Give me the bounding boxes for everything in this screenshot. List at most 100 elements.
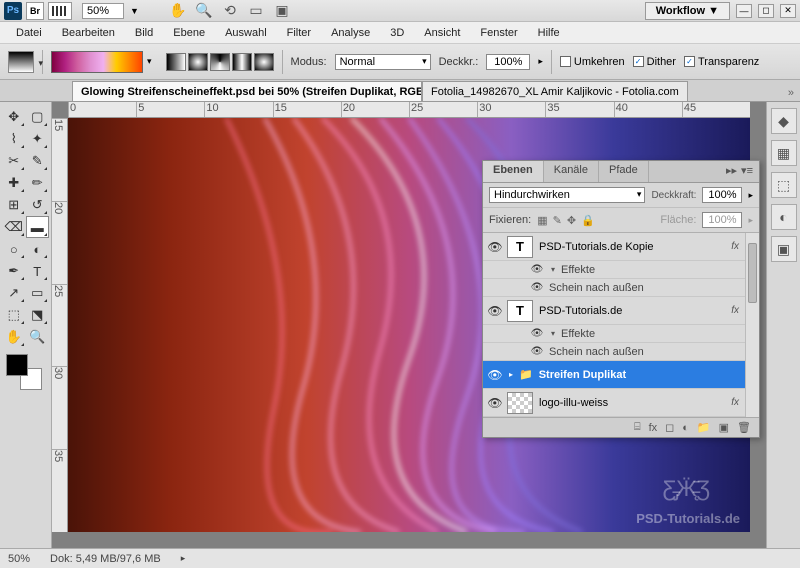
menu-3d[interactable]: 3D	[380, 24, 414, 42]
visibility-icon[interactable]: 👁	[487, 396, 503, 410]
layer-row-selected[interactable]: 👁 ▸ 📁 Streifen Duplikat	[483, 361, 759, 389]
pen-tool[interactable]: ✒	[2, 260, 26, 282]
lock-all-icon[interactable]: 🔒	[581, 214, 595, 227]
zoom-tool[interactable]: 🔍	[26, 326, 50, 348]
dodge-tool[interactable]: ◐	[26, 238, 50, 260]
group-icon[interactable]: 📁	[697, 421, 711, 434]
umkehren-checkbox[interactable]: Umkehren	[560, 56, 625, 68]
type-tool[interactable]: T	[26, 260, 50, 282]
layer-effect-row[interactable]: 👁 Schein nach außen	[483, 279, 759, 297]
minibridge-icon[interactable]	[48, 2, 72, 20]
panel-menu-icon[interactable]: ▾≡	[741, 164, 753, 179]
swatches-panel-icon[interactable]: ▦	[771, 140, 797, 166]
gradient-reflected[interactable]	[232, 53, 252, 71]
tab-overflow-icon[interactable]: »	[782, 85, 800, 101]
lock-position-icon[interactable]: ✥	[567, 214, 576, 227]
transparenz-checkbox[interactable]: ✓Transparenz	[684, 56, 759, 68]
rotate-view-icon[interactable]: ⟲	[221, 3, 239, 19]
deckkraft-input[interactable]: 100%	[702, 187, 742, 203]
menu-datei[interactable]: Datei	[6, 24, 52, 42]
menu-filter[interactable]: Filter	[277, 24, 321, 42]
visibility-icon[interactable]: 👁	[487, 240, 503, 254]
gradient-picker[interactable]	[51, 51, 143, 73]
history-brush-tool[interactable]: ↺	[26, 194, 50, 216]
layer-row[interactable]: 👁 T PSD-Tutorials.de fx▾	[483, 297, 759, 325]
blendmode-combo[interactable]: Hindurchwirken	[489, 187, 645, 203]
dither-checkbox[interactable]: ✓Dither	[633, 56, 676, 68]
layer-effect-row[interactable]: 👁 Schein nach außen	[483, 343, 759, 361]
menu-bearbeiten[interactable]: Bearbeiten	[52, 24, 125, 42]
lasso-tool[interactable]: ⌇	[2, 128, 26, 150]
document-tab-active[interactable]: Glowing Streifenscheineffekt.psd bei 50%…	[72, 81, 422, 101]
trash-icon[interactable]: 🗑	[737, 421, 751, 434]
menu-auswahl[interactable]: Auswahl	[215, 24, 277, 42]
menu-ansicht[interactable]: Ansicht	[414, 24, 470, 42]
panel-tab-pfade[interactable]: Pfade	[599, 161, 649, 182]
tool-preset-picker[interactable]: ▾	[8, 51, 34, 73]
panel-collapse-icon[interactable]: ▸▸	[726, 164, 737, 179]
hand-tool-icon[interactable]: ✋	[169, 3, 187, 19]
visibility-icon[interactable]: 👁	[487, 368, 503, 382]
panel-scrollbar[interactable]	[745, 233, 759, 417]
hand-tool[interactable]: ✋	[2, 326, 26, 348]
deckkr-input[interactable]: 100%	[486, 54, 530, 70]
menu-fenster[interactable]: Fenster	[470, 24, 527, 42]
deckkraft-arrow[interactable]: ▸	[748, 190, 753, 201]
arrange-icon[interactable]: ▭	[247, 3, 265, 19]
path-tool[interactable]: ↗	[2, 282, 26, 304]
layer-row[interactable]: 👁 logo-illu-weiss fx▸	[483, 389, 759, 417]
layer-mask-icon[interactable]: ◻	[665, 421, 674, 434]
brush-tool[interactable]: ✏	[26, 172, 50, 194]
stamp-tool[interactable]: ⊞	[2, 194, 26, 216]
gradient-tool[interactable]: ▬	[26, 216, 50, 238]
minimize-button[interactable]: —	[736, 4, 752, 18]
workspace-switcher[interactable]: Workflow ▼	[645, 2, 730, 20]
screenmode-icon[interactable]: ▣	[273, 3, 291, 19]
3dcam-tool[interactable]: ⬔	[26, 304, 50, 326]
ruler-horizontal[interactable]: 051015202530354045	[68, 102, 750, 118]
color-panel-icon[interactable]: ◆	[771, 108, 797, 134]
color-swatches[interactable]	[6, 354, 42, 390]
eyedrop-tool[interactable]: ✎	[26, 150, 50, 172]
photoshop-icon[interactable]: Ps	[4, 2, 22, 20]
eraser-tool[interactable]: ⌫	[2, 216, 26, 238]
gradient-dropdown-icon[interactable]: ▾	[147, 56, 152, 67]
heal-tool[interactable]: ✚	[2, 172, 26, 194]
adjustments-panel-icon[interactable]: ◐	[771, 204, 797, 230]
visibility-icon[interactable]: 👁	[529, 264, 545, 275]
menu-bild[interactable]: Bild	[125, 24, 163, 42]
new-layer-icon[interactable]: ▣	[719, 421, 729, 434]
layer-row[interactable]: 👁 T PSD-Tutorials.de Kopie fx▾	[483, 233, 759, 261]
wand-tool[interactable]: ✦	[26, 128, 50, 150]
deckkr-arrow[interactable]: ▸	[538, 56, 543, 67]
status-arrow-icon[interactable]: ▸	[181, 553, 186, 564]
bridge-icon[interactable]: Br	[26, 2, 44, 20]
layer-effect-row[interactable]: 👁 ▾Effekte	[483, 261, 759, 279]
menu-hilfe[interactable]: Hilfe	[528, 24, 570, 42]
visibility-icon[interactable]: 👁	[487, 304, 503, 318]
menu-analyse[interactable]: Analyse	[321, 24, 380, 42]
maximize-button[interactable]: ◻	[758, 4, 774, 18]
zoom-tool-icon[interactable]: 🔍	[195, 3, 213, 19]
3d-tool[interactable]: ⬚	[2, 304, 26, 326]
gradient-linear[interactable]	[166, 53, 186, 71]
panel-tab-kanaele[interactable]: Kanäle	[544, 161, 599, 182]
blur-tool[interactable]: ○	[2, 238, 26, 260]
adjustment-layer-icon[interactable]: ◐	[682, 422, 689, 434]
fx-badge[interactable]: fx	[731, 397, 739, 408]
close-button[interactable]: ✕	[780, 4, 796, 18]
layer-effect-row[interactable]: 👁 ▾Effekte	[483, 325, 759, 343]
panel-tab-ebenen[interactable]: Ebenen	[483, 161, 544, 182]
ruler-vertical[interactable]: 1520253035	[52, 118, 68, 532]
link-layers-icon[interactable]: ⌸	[634, 421, 641, 434]
flaeche-input[interactable]: 100%	[702, 212, 742, 228]
styles-panel-icon[interactable]: ⬚	[771, 172, 797, 198]
modus-combo[interactable]: Normal	[335, 54, 431, 70]
gradient-diamond[interactable]	[254, 53, 274, 71]
fx-badge[interactable]: fx	[731, 305, 739, 316]
shape-tool[interactable]: ▭	[26, 282, 50, 304]
menu-ebene[interactable]: Ebene	[163, 24, 215, 42]
zoom-select[interactable]: 50%	[82, 3, 124, 19]
move-tool[interactable]: ✥	[2, 106, 26, 128]
lock-image-icon[interactable]: ✎	[553, 214, 562, 227]
